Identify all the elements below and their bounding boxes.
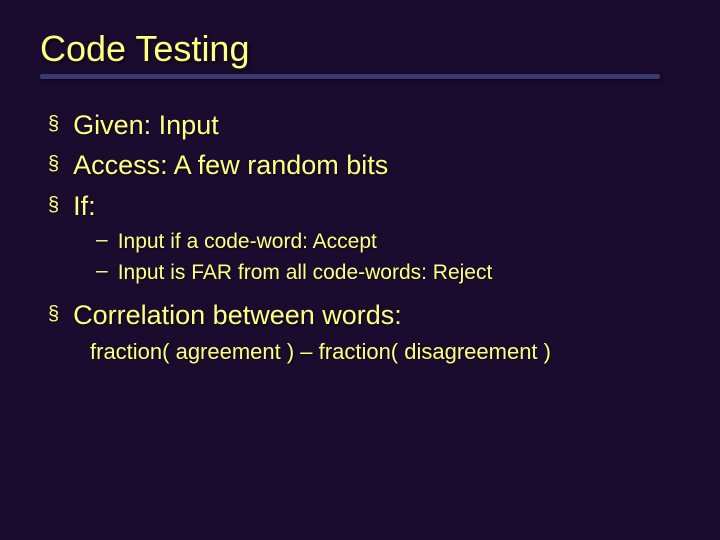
indented-line: fraction( agreement ) – fraction( disagr…	[90, 337, 680, 368]
slide: Code Testing § Given: Input § Access: A …	[0, 0, 720, 540]
square-bullet-icon: §	[48, 153, 59, 176]
sub-bullet-item: – Input is FAR from all code-words: Reje…	[96, 259, 680, 287]
bullet-text: Given: Input	[73, 107, 219, 143]
sub-bullet-text: Input if a code-word: Accept	[118, 228, 377, 256]
square-bullet-icon: §	[48, 303, 59, 326]
dash-bullet-icon: –	[96, 259, 108, 283]
bullet-item: § Access: A few random bits	[48, 147, 680, 183]
title-underline	[40, 74, 660, 79]
square-bullet-icon: §	[48, 113, 59, 136]
bullet-item: § Correlation between words:	[48, 297, 680, 333]
dash-bullet-icon: –	[96, 228, 108, 252]
bullet-text: Correlation between words:	[73, 297, 402, 333]
bullet-text: Access: A few random bits	[73, 147, 388, 183]
slide-content: § Given: Input § Access: A few random bi…	[40, 107, 680, 368]
bullet-item: § If:	[48, 188, 680, 224]
sub-bullet-item: – Input if a code-word: Accept	[96, 228, 680, 256]
bullet-item: § Given: Input	[48, 107, 680, 143]
bullet-text: If:	[73, 188, 96, 224]
square-bullet-icon: §	[48, 194, 59, 217]
sub-bullet-text: Input is FAR from all code-words: Reject	[118, 259, 493, 287]
slide-title: Code Testing	[40, 28, 680, 70]
